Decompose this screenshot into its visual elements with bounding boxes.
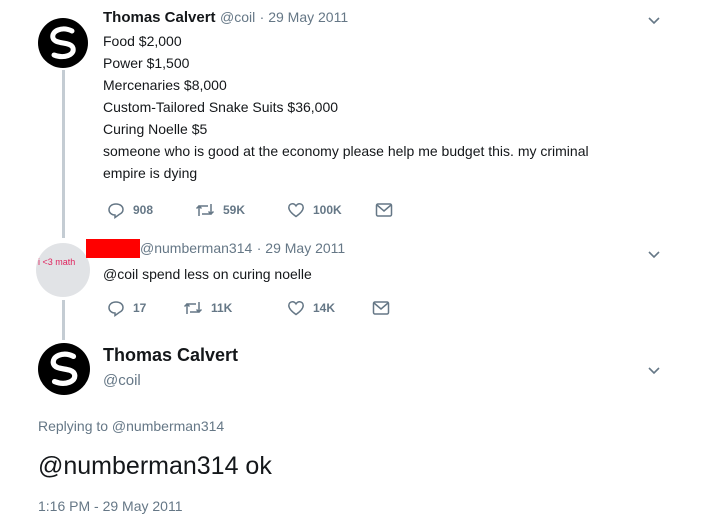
replying-to[interactable]: Replying to @numberman314 — [38, 418, 224, 434]
message-icon — [375, 203, 393, 217]
retweet-icon — [183, 302, 203, 314]
tweet1-line: empire is dying — [103, 165, 198, 181]
like-icon — [288, 300, 304, 316]
redacted-name — [86, 239, 140, 258]
retweet-button[interactable]: 59K — [195, 201, 287, 219]
reply-button[interactable]: 17 — [107, 299, 183, 317]
tweet1-line: Food $2,000 — [103, 33, 182, 49]
avatar-numberman314[interactable]: i <3 math — [36, 243, 90, 297]
avatar-thomas-calvert[interactable] — [38, 343, 90, 395]
retweet-count: 59K — [223, 203, 246, 217]
tweet1-handle[interactable]: @coil — [220, 9, 255, 25]
tweet2-date[interactable]: · 29 May 2011 — [257, 240, 345, 256]
like-button[interactable]: 14K — [287, 299, 372, 317]
tweet1-line: Custom-Tailored Snake Suits $36,000 — [103, 99, 339, 115]
tweet1-line: Power $1,500 — [103, 55, 190, 71]
thread-line — [62, 300, 65, 340]
tweet2-header: @numberman314 · 29 May 2011 — [140, 240, 345, 258]
reply-icon — [108, 301, 124, 317]
retweet-icon — [195, 204, 215, 216]
like-count: 14K — [313, 301, 336, 315]
reply-icon — [108, 203, 124, 219]
tweet3-handle[interactable]: @coil — [103, 372, 141, 389]
tweet2-text: @coil spend less on curing noelle — [103, 266, 312, 282]
snake-logo-icon — [50, 26, 76, 60]
message-icon — [372, 301, 390, 315]
tweet2-handle[interactable]: @numberman314 — [140, 240, 252, 256]
like-button[interactable]: 100K — [287, 201, 375, 219]
thread-line — [62, 70, 65, 238]
tweet1-line: Curing Noelle $5 — [103, 121, 208, 137]
tweet1-line: Mercenaries $8,000 — [103, 77, 227, 93]
direct-message-button[interactable] — [372, 300, 390, 316]
reply-count: 908 — [133, 203, 154, 217]
reply-count: 17 — [133, 301, 147, 315]
avatar-label: i <3 math — [38, 257, 76, 267]
like-count: 100K — [313, 203, 342, 217]
tweet1-line: someone who is good at the economy pleas… — [103, 143, 589, 159]
retweet-button[interactable]: 11K — [183, 299, 287, 317]
tweet1-actions: 908 59K 100K — [107, 201, 393, 219]
tweet1-name[interactable]: Thomas Calvert — [103, 9, 216, 26]
retweet-count: 11K — [211, 301, 233, 315]
snake-logo-icon — [50, 351, 78, 386]
like-icon — [288, 202, 304, 218]
direct-message-button[interactable] — [375, 202, 393, 218]
chevron-down-icon[interactable] — [646, 246, 662, 262]
chevron-down-icon[interactable] — [646, 12, 662, 28]
chevron-down-icon[interactable] — [646, 362, 662, 378]
avatar-thomas-calvert[interactable] — [38, 18, 88, 68]
tweet1-header: Thomas Calvert @coil · 29 May 2011 — [103, 9, 348, 27]
tweet1-body: Food $2,000 Power $1,500 Mercenaries $8,… — [103, 30, 589, 184]
tweet3-text: @numberman314 ok — [38, 452, 272, 480]
tweet2-actions: 17 11K 14K — [107, 299, 390, 317]
tweet3-timestamp[interactable]: 1:16 PM - 29 May 2011 — [38, 498, 182, 514]
reply-button[interactable]: 908 — [107, 201, 195, 219]
tweet1-date[interactable]: · 29 May 2011 — [260, 9, 348, 25]
tweet3-name[interactable]: Thomas Calvert — [103, 345, 238, 366]
